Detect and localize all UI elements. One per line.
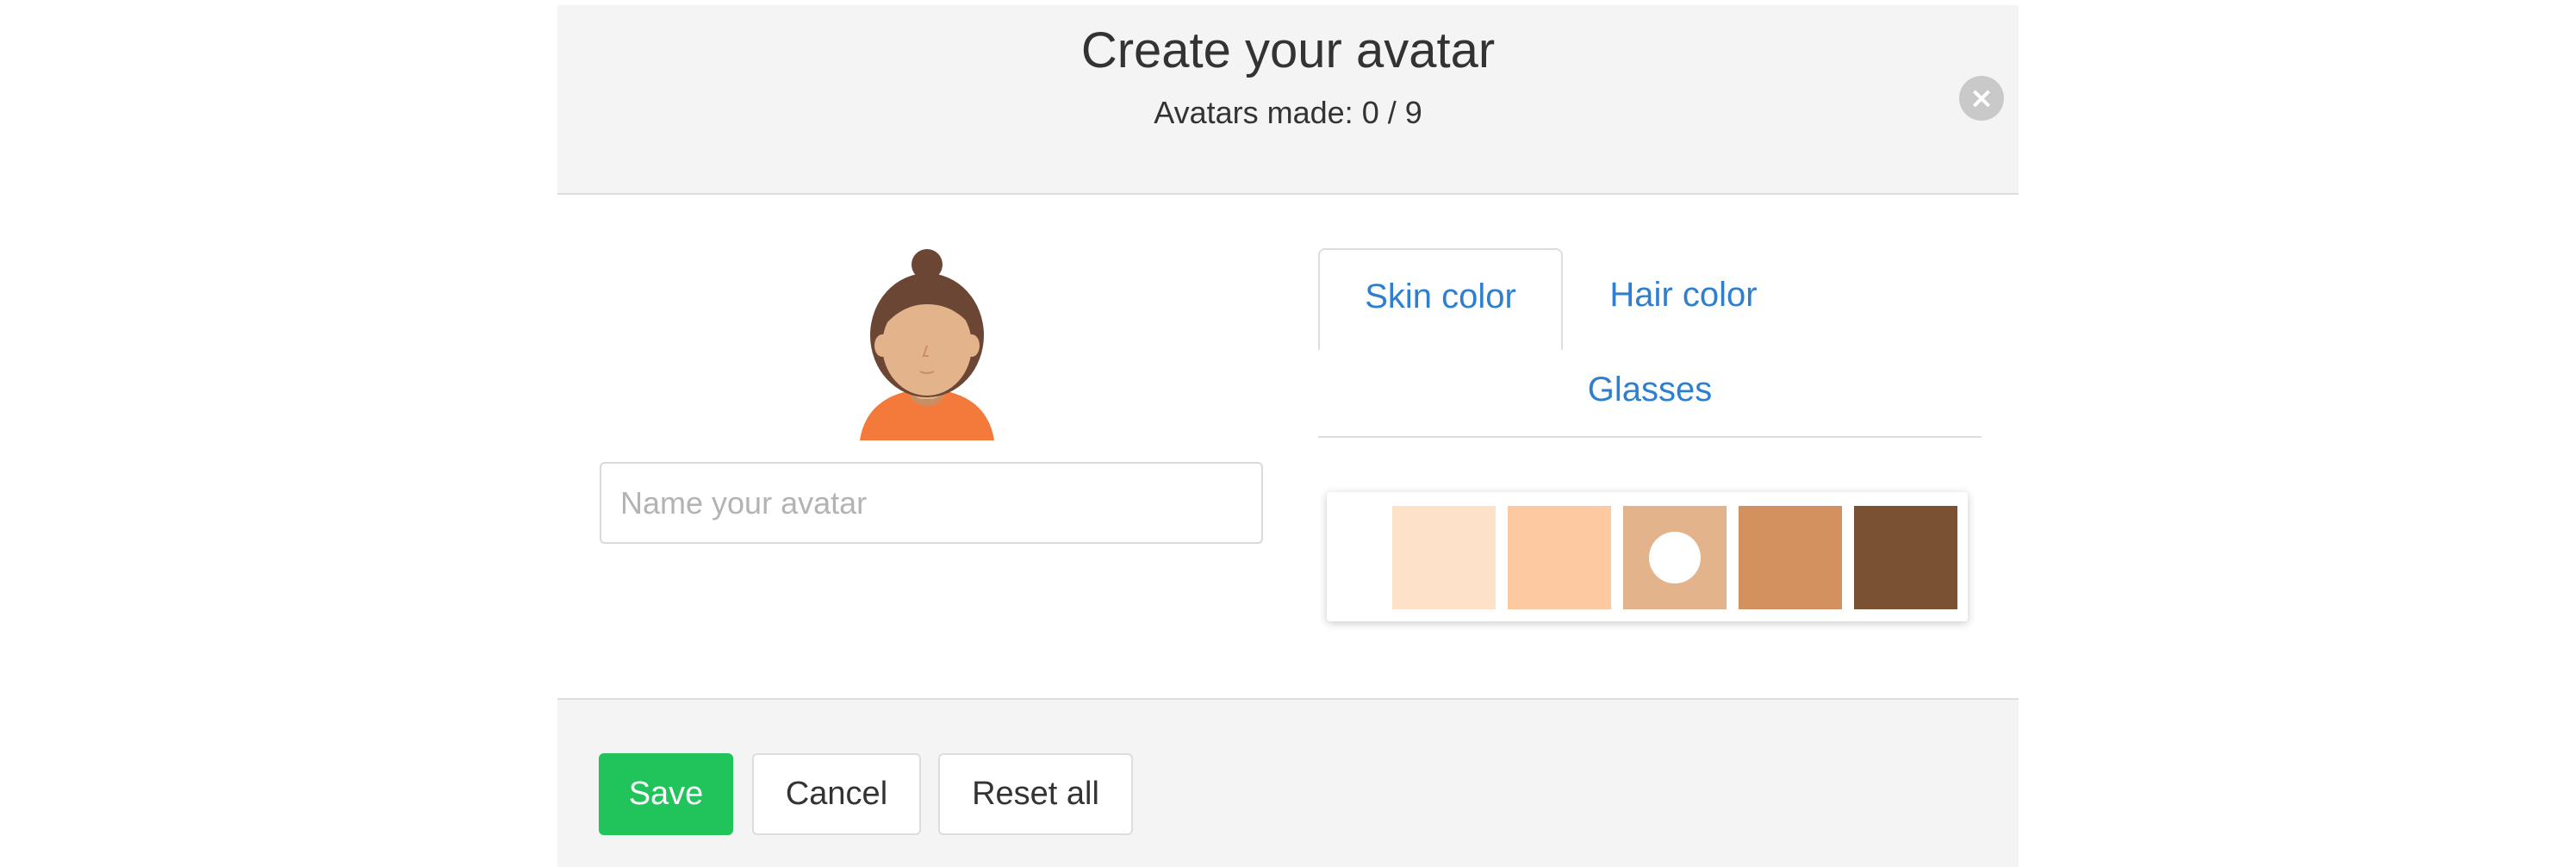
skin-color-palette (1327, 492, 1968, 621)
cancel-button[interactable]: Cancel (752, 753, 921, 835)
avatar-preview (860, 249, 994, 440)
tab-hair-color[interactable]: Hair color (1563, 248, 1804, 350)
customization-tabs: Skin color Hair color Glasses (1318, 241, 1982, 438)
avatar-ear-right (964, 334, 980, 357)
avatars-made-counter: Avatars made: 0 / 9 (1154, 95, 1422, 130)
save-button[interactable]: Save (599, 753, 733, 835)
reset-all-button[interactable]: Reset all (938, 753, 1133, 835)
modal-header: Create your avatar Avatars made: 0 / 9 × (557, 5, 2019, 195)
skin-swatch-peach[interactable] (1508, 506, 1611, 609)
tab-glasses[interactable]: Glasses (1318, 348, 1982, 438)
skin-swatch-brown[interactable] (1739, 506, 1842, 609)
skin-swatch-tan[interactable] (1623, 506, 1727, 609)
avatar-name-input[interactable] (600, 462, 1263, 544)
skin-swatch-light[interactable] (1392, 506, 1496, 609)
avatar-ear-left (874, 334, 890, 357)
tab-skin-color[interactable]: Skin color (1318, 248, 1563, 350)
modal-footer: Save Cancel Reset all (557, 698, 2019, 867)
modal-title: Create your avatar (1080, 22, 1496, 78)
close-icon[interactable]: × (1959, 76, 2004, 121)
create-avatar-modal: Create your avatar Avatars made: 0 / 9 × (557, 5, 2019, 867)
avatar-hair-bun (912, 249, 943, 280)
tabs-divider (1318, 436, 1982, 438)
skin-swatch-dark[interactable] (1854, 506, 1957, 609)
selected-indicator (1649, 532, 1701, 583)
